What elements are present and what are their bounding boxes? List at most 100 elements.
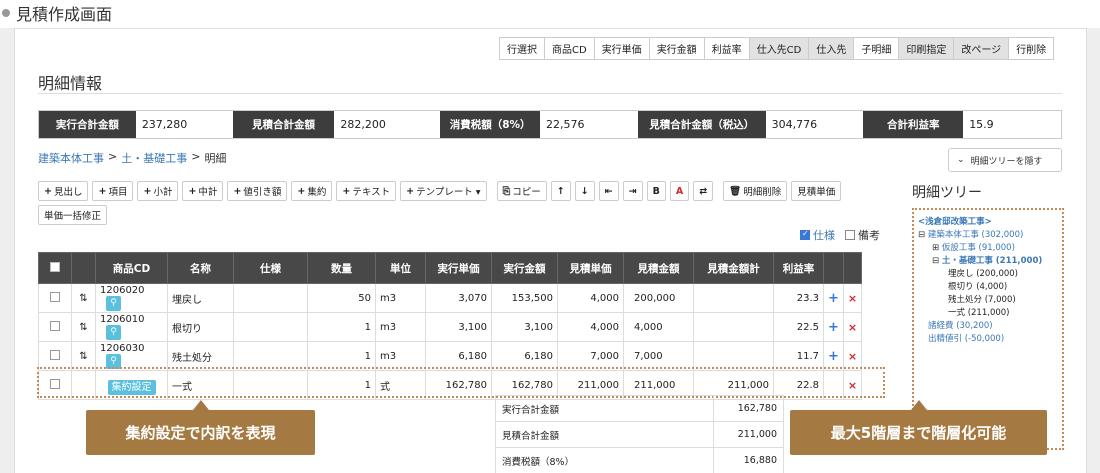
delete-row-icon[interactable]: × (848, 292, 857, 305)
display-options: 仕様 備考 (800, 227, 880, 243)
search-icon[interactable]: ⚲ (106, 296, 121, 311)
spec-option[interactable]: 仕様 (800, 227, 835, 243)
item-name-cell[interactable]: 根切り (167, 312, 234, 342)
tree-node[interactable]: 根切り (4,000) (918, 281, 1058, 294)
toolbar-button[interactable]: + 中計 (182, 181, 224, 201)
breadcrumb-link-foundation[interactable]: 土・基礎工事 (121, 150, 187, 166)
column-toggle-button[interactable]: 実行単価 (593, 37, 650, 60)
product-code-cell: 1206020⚲ (95, 283, 168, 313)
toolbar-button[interactable]: ↑ (550, 181, 571, 201)
toolbar-button[interactable]: B (646, 181, 666, 201)
spec-cell[interactable] (233, 283, 308, 313)
add-child-icon[interactable]: + (828, 349, 839, 364)
toolbar-icon: ⇤ (604, 185, 613, 197)
toolbar-label: 明細削除 (743, 187, 782, 198)
toolbar-button[interactable]: ⇥ (622, 181, 643, 201)
est-total-cell (693, 312, 774, 342)
tree-node[interactable]: 諸経費 (30,200) (918, 320, 1058, 333)
aggregate-summary-row: 消費税額（8%） 16,880 (495, 447, 784, 473)
note-checkbox[interactable] (845, 230, 855, 240)
chevron-down-icon: ⌄ (957, 155, 965, 165)
delete-row-icon[interactable]: × (848, 350, 857, 363)
row-checkbox[interactable] (50, 291, 60, 302)
tree-node[interactable]: 出精値引 (-50,000) (918, 333, 1058, 346)
toolbar-button[interactable]: + 項目 (92, 181, 134, 201)
toolbar-button[interactable]: + 小計 (137, 181, 179, 201)
tree-node[interactable]: ⊟ 建築本体工事 (302,000) (918, 229, 1058, 242)
hide-tree-button[interactable]: ⌄ 明細ツリーを隠す (948, 148, 1062, 172)
table-header-cell: 利益率 (773, 252, 824, 284)
toolbar-button[interactable]: ↓ (574, 181, 595, 201)
quantity-cell[interactable]: 1 (307, 312, 376, 342)
tree-node[interactable]: 一式 (211,000) (918, 307, 1058, 320)
tree-toggle-icon[interactable]: ⊞ (932, 243, 942, 253)
tree-toggle-icon[interactable]: ⊟ (932, 256, 942, 266)
est-amount-cell: 200,000 (623, 283, 694, 313)
section-divider (38, 93, 1062, 94)
column-toggle-button[interactable]: 商品CD (544, 37, 595, 60)
column-toggle-button[interactable]: 子明細 (853, 37, 900, 60)
toolbar-button[interactable]: + テキスト (336, 181, 397, 201)
unit-cell[interactable]: m3 (375, 283, 426, 313)
toolbar-button[interactable]: ⎘ コピー (496, 181, 547, 201)
toolbar-button[interactable]: 単価一括修正 (38, 205, 108, 225)
select-all-checkbox[interactable] (50, 261, 60, 272)
row-checkbox[interactable] (50, 349, 60, 360)
column-toggle-button[interactable]: 改ページ (953, 37, 1010, 60)
column-toggle-button[interactable]: 仕入先CD (748, 37, 810, 60)
spec-cell[interactable] (233, 312, 308, 342)
note-label: 備考 (858, 229, 880, 242)
column-toggle-button[interactable]: 印刷指定 (898, 37, 955, 60)
quantity-cell[interactable]: 50 (307, 283, 376, 313)
toolbar-icon: + (297, 185, 306, 197)
tree-node[interactable]: 残土処分 (7,000) (918, 294, 1058, 307)
toolbar-button[interactable]: 🗑 明細削除 (723, 181, 788, 201)
column-toggle-button[interactable]: 行選択 (499, 37, 545, 60)
section-title: 明細情報 (38, 74, 103, 93)
tree-node[interactable]: <浅倉邸改築工事> (918, 216, 1058, 229)
toolbar-label: 小計 (153, 187, 173, 198)
toolbar-button[interactable]: ⇤ (598, 181, 619, 201)
exec-amount-cell: 3,100 (491, 312, 558, 342)
toolbar-button[interactable]: + 集約 (291, 181, 333, 201)
product-code: 1206020 (100, 285, 145, 296)
toolbar-button[interactable]: + テンプレート ▾ (400, 181, 487, 201)
toolbar-label: 見出し (53, 187, 83, 198)
unit-cell[interactable]: m3 (375, 312, 426, 342)
toolbar-button[interactable]: + 見出し (38, 181, 89, 201)
toolbar-label: 単価一括修正 (44, 211, 102, 222)
note-option[interactable]: 備考 (845, 227, 880, 243)
tree-node[interactable]: 埋戻し (200,000) (918, 268, 1058, 281)
breadcrumb-link-building[interactable]: 建築本体工事 (38, 150, 104, 166)
aggregate-summary-row: 見積合計金額 211,000 (495, 421, 784, 448)
column-toggle-button[interactable]: 仕入先 (808, 37, 855, 60)
summary-label: 実行合計金額 (39, 111, 136, 138)
row-checkbox[interactable] (50, 320, 60, 331)
toolbar-icon: ⇄ (699, 185, 708, 197)
tree-node[interactable]: ⊟ 土・基礎工事 (211,000) (918, 255, 1058, 268)
column-toggle-button[interactable]: 利益率 (703, 37, 750, 60)
spec-checkbox[interactable] (800, 229, 810, 240)
est-price-cell[interactable]: 4,000 (557, 312, 624, 342)
table-header-cell: 実行単価 (425, 252, 492, 284)
sort-handle-icon[interactable]: ⇅ (79, 322, 87, 333)
toolbar-button[interactable]: + 値引き額 (227, 181, 288, 201)
item-name-cell[interactable]: 埋戻し (167, 283, 234, 313)
add-child-icon[interactable]: + (828, 320, 839, 335)
toolbar-button[interactable]: 見積単価 (791, 181, 842, 201)
exec-price-cell[interactable]: 3,100 (425, 312, 492, 342)
add-child-icon[interactable]: + (828, 291, 839, 306)
sort-handle-icon[interactable]: ⇅ (79, 351, 87, 362)
toolbar-button[interactable]: ⇄ (693, 181, 714, 201)
column-toggle-button[interactable]: 実行金額 (648, 37, 705, 60)
add-row-cell: + (823, 283, 844, 313)
column-toggle-button[interactable]: 行削除 (1008, 37, 1055, 60)
exec-price-cell[interactable]: 3,070 (425, 283, 492, 313)
est-price-cell[interactable]: 4,000 (557, 283, 624, 313)
sort-handle-icon[interactable]: ⇅ (79, 293, 87, 304)
toolbar-button[interactable]: A (669, 181, 690, 201)
search-icon[interactable]: ⚲ (106, 325, 121, 340)
delete-row-icon[interactable]: × (848, 321, 857, 334)
tree-node[interactable]: ⊞ 仮設工事 (91,000) (918, 242, 1058, 255)
tree-toggle-icon[interactable]: ⊟ (918, 230, 928, 240)
